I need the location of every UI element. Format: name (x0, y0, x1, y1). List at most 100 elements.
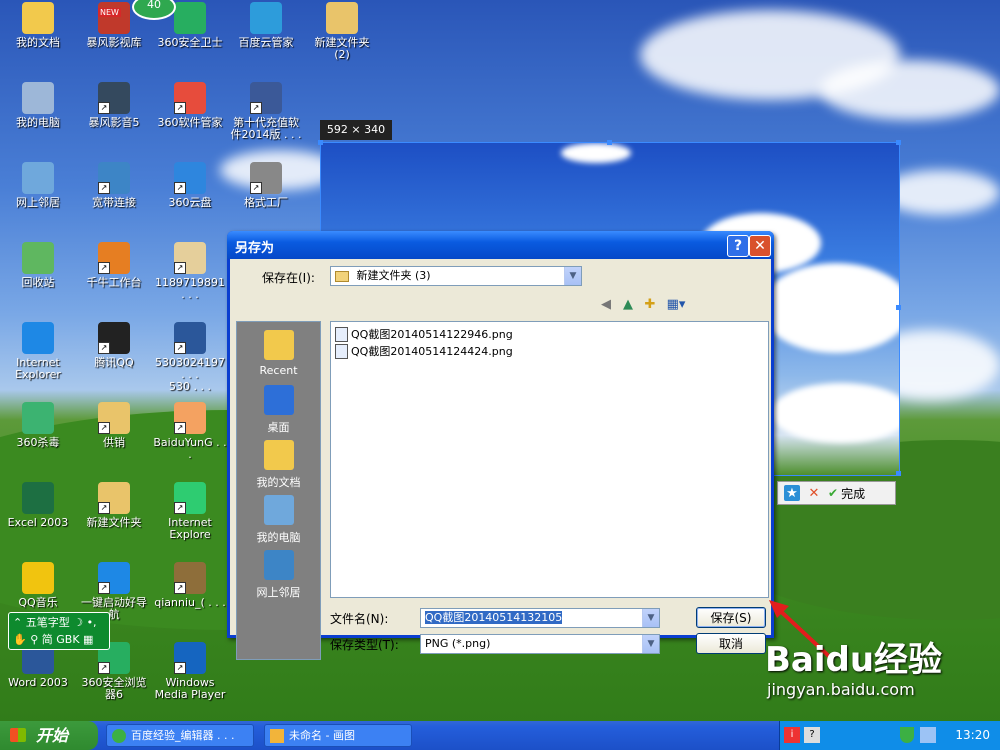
resize-handle-n[interactable] (607, 140, 612, 145)
filetype-value: PNG (*.png) (425, 637, 491, 650)
start-button[interactable]: 开始 (0, 721, 98, 750)
file-name: QQ截图20140514124424.png (351, 345, 513, 358)
desktop-icon[interactable]: ↗ 360安全浏览 器6 (76, 642, 152, 701)
shortcut-arrow-icon: ↗ (98, 262, 110, 274)
save-button[interactable]: 保存(S) (696, 607, 766, 628)
save-in-label: 保存在(I): (262, 271, 315, 285)
close-button[interactable]: ✕ (749, 235, 771, 257)
help-button[interactable]: ? (727, 235, 749, 257)
tray-shield-icon[interactable] (900, 727, 914, 743)
chevron-down-icon: ▼ (564, 267, 581, 285)
desktop-icon[interactable]: ↗ 360云盘 (152, 162, 228, 209)
desktop-icon[interactable]: Excel 2003 (0, 482, 76, 529)
desktop-icon[interactable]: ↗ 格式工厂 (228, 162, 304, 209)
desktop-icon[interactable]: ↗ 宽带连接 (76, 162, 152, 209)
shortcut-arrow-icon: ↗ (174, 182, 186, 194)
desktop-icon[interactable]: ↗ Internet Explore (152, 482, 228, 541)
desktop-icon[interactable]: ↗ 第十代充值软 件2014版 . . . (228, 82, 304, 141)
tray-help-icon[interactable]: ? (804, 727, 820, 743)
app-icon (22, 322, 54, 354)
place-desktop[interactable]: 桌面 (237, 385, 320, 435)
png-file-icon (335, 343, 348, 359)
done-label: 完成 (841, 486, 866, 501)
new-folder-icon[interactable]: ✚ (641, 296, 659, 314)
png-file-icon (335, 326, 348, 342)
desktop-icon[interactable]: 新建文件夹 (2) (304, 2, 380, 61)
desktop-icon-label: 1189719891 . . . (155, 276, 225, 301)
place-recent[interactable]: Recent (237, 330, 320, 377)
taskbar-item-browser[interactable]: 百度经验_编辑器 . . . (106, 724, 254, 747)
shortcut-arrow-icon: ↗ (250, 102, 262, 114)
desktop-icon[interactable]: ↗ Windows Media Player (152, 642, 228, 701)
filetype-select[interactable]: PNG (*.png) ▼ (420, 634, 660, 654)
desktop-icon[interactable]: 360杀毒 (0, 402, 76, 449)
app-icon: ↗ (98, 242, 130, 274)
places-bar: Recent 桌面 我的文档 我的电脑网上邻居 (236, 321, 321, 660)
ime-status-bar[interactable]: ⌃ 五笔字型 ☽ •, ✋ ⚲ 简 GBK ▦ (8, 612, 110, 650)
resize-handle-ne[interactable] (896, 140, 901, 145)
save-to-cloud-icon[interactable]: ★ (784, 485, 800, 501)
shortcut-arrow-icon: ↗ (174, 342, 186, 354)
place-my-documents[interactable]: 我的文档 (237, 440, 320, 490)
desktop-icon-label: 5303024197 . . . 530 . . . (155, 356, 225, 393)
place-label: 网上邻居 (256, 586, 301, 599)
desktop-icon[interactable]: ↗ 千牛工作台 (76, 242, 152, 289)
desktop-icon[interactable]: ↗ 新建文件夹 (76, 482, 152, 529)
app-icon (98, 2, 130, 34)
desktop-icon[interactable]: 我的文档 (0, 2, 76, 49)
app-icon (250, 2, 282, 34)
tray-ime-icon[interactable]: i (784, 727, 800, 743)
desktop-icon[interactable]: 网上邻居 (0, 162, 76, 209)
desktop-icon[interactable]: ↗ 360软件管家 (152, 82, 228, 129)
desktop-icon-label: Internet Explorer (15, 356, 61, 381)
back-icon[interactable]: ◀ (597, 296, 615, 314)
my-documents-icon (263, 440, 294, 470)
recent-icon (263, 330, 294, 360)
tray-network-icon[interactable] (920, 727, 936, 743)
folder-icon (335, 270, 349, 282)
dialog-titlebar[interactable]: 另存为 ? ✕ (227, 231, 774, 259)
desktop-icon[interactable]: 我的电脑 (0, 82, 76, 129)
desktop-icon[interactable]: ↗ 腾讯QQ (76, 322, 152, 369)
file-item[interactable]: QQ截图20140514122946.png (335, 326, 513, 342)
resize-handle-e[interactable] (896, 305, 901, 310)
start-label: 开始 (36, 726, 69, 745)
app-icon: ↗ (174, 322, 206, 354)
resize-handle-nw[interactable] (318, 140, 323, 145)
resize-handle-se[interactable] (896, 471, 901, 476)
filename-input[interactable]: QQ截图20140514132105 ▼ (420, 608, 660, 628)
cancel-capture-icon[interactable]: ✕ (806, 485, 822, 501)
desktop-icon[interactable]: ↗ 暴风影音5 (76, 82, 152, 129)
filename-label: 文件名(N): (330, 612, 389, 626)
cancel-button[interactable]: 取消 (696, 633, 766, 654)
capture-size-label: 592 × 340 (320, 120, 392, 140)
desktop-icon-label: 千牛工作台 (86, 276, 142, 289)
desktop-icon-label: BaiduYunG . . . (153, 436, 227, 461)
desktop-icon[interactable]: QQ音乐 (0, 562, 76, 609)
done-button[interactable]: ✔ 完成 (828, 485, 865, 502)
app-icon (22, 482, 54, 514)
app-icon (326, 2, 358, 34)
chevron-down-icon: ▼ (642, 609, 659, 627)
desktop-icon[interactable]: ↗ 1189719891 . . . (152, 242, 228, 301)
place-my-computer[interactable]: 我的电脑 (237, 495, 320, 545)
desktop-icon-label: Excel 2003 (7, 516, 69, 529)
desktop-icon-label: 360云盘 (168, 196, 212, 209)
place-network[interactable]: 网上邻居 (237, 550, 320, 600)
app-icon: ↗ (174, 402, 206, 434)
file-item[interactable]: QQ截图20140514124424.png (335, 343, 513, 359)
desktop-icon[interactable]: ↗ 供销 (76, 402, 152, 449)
desktop-icon-label: 360杀毒 (16, 436, 60, 449)
desktop-icon[interactable]: ↗ qianniu_( . . . (152, 562, 228, 609)
desktop-icon[interactable]: ↗ BaiduYunG . . . (152, 402, 228, 461)
desktop-icon[interactable]: 百度云管家 (228, 2, 304, 49)
view-menu-icon[interactable]: ▦▾ (663, 296, 689, 314)
file-list[interactable]: QQ截图20140514122946.png QQ截图20140514124424… (330, 321, 769, 598)
save-in-combo[interactable]: 新建文件夹 (3) ▼ (330, 266, 582, 286)
desktop-icon-label: 回收站 (21, 276, 55, 289)
desktop-icon[interactable]: ↗ 5303024197 . . . 530 . . . (152, 322, 228, 393)
up-folder-icon[interactable]: ▲ (619, 296, 637, 314)
desktop-icon[interactable]: Internet Explorer (0, 322, 76, 381)
taskbar-item-paint[interactable]: 未命名 - 画图 (264, 724, 412, 747)
desktop-icon[interactable]: 回收站 (0, 242, 76, 289)
